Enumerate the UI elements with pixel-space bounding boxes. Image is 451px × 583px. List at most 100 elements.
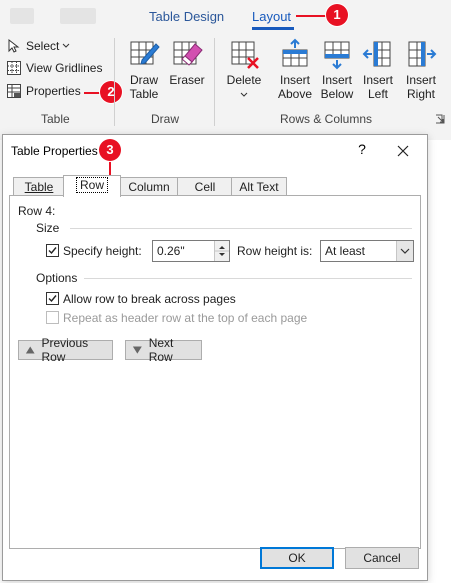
draw-table-label-line2: Table xyxy=(129,87,159,101)
faded-tab-file[interactable] xyxy=(10,8,34,24)
ribbon-tab-bar: Table Design Layout 1 xyxy=(0,0,451,32)
callout-badge-1: 1 xyxy=(326,4,348,26)
chevron-down-icon xyxy=(240,92,248,97)
group-separator xyxy=(214,38,215,126)
tab-cell[interactable]: Cell xyxy=(177,177,233,196)
tab-table-label: Table xyxy=(24,180,54,194)
next-row-label: Next Row xyxy=(148,336,174,364)
specify-height-label: Specify height: xyxy=(63,244,142,258)
tab-column[interactable]: Column xyxy=(119,177,179,196)
insert-above-label-line2: Above xyxy=(277,87,313,101)
allow-break-checkbox[interactable] xyxy=(46,292,59,305)
group-separator xyxy=(114,38,115,126)
callout-line-3 xyxy=(109,159,111,175)
close-icon[interactable] xyxy=(393,141,413,161)
row-height-is-value: At least xyxy=(325,244,366,258)
row-heading: Row 4: xyxy=(18,204,56,218)
insert-left-button[interactable]: Insert Left xyxy=(360,38,396,101)
divider xyxy=(70,228,412,229)
row-height-is-select[interactable]: At least xyxy=(320,240,414,262)
checkmark-icon xyxy=(48,295,57,303)
insert-above-icon xyxy=(282,38,308,67)
allow-break-label: Allow row to break across pages xyxy=(63,292,236,306)
tab-cell-label: Cell xyxy=(194,180,216,194)
specify-height-checkbox[interactable] xyxy=(46,244,59,257)
insert-below-button[interactable]: Insert Below xyxy=(318,38,356,101)
insert-right-button[interactable]: Insert Right xyxy=(402,38,440,101)
select-arrow-icon xyxy=(8,38,20,53)
row-tab-pane: Row 4: Size Specify height: 0.26" Row he… xyxy=(9,195,421,549)
tab-alt-text-label: Alt Text xyxy=(239,180,279,194)
callout-line-1 xyxy=(296,15,326,17)
callout-badge-2: 2 xyxy=(100,81,122,103)
insert-right-label-line2: Right xyxy=(406,87,435,101)
insert-right-label-line1: Insert xyxy=(405,73,436,87)
group-label-table: Table xyxy=(41,112,70,126)
tab-alt-text[interactable]: Alt Text xyxy=(231,177,287,196)
options-heading: Options xyxy=(36,271,78,285)
ribbon: Table Design Layout 1 Select View Gridli… xyxy=(0,0,451,140)
insert-right-icon xyxy=(408,41,437,67)
select-label: Select xyxy=(26,39,60,53)
draw-table-button[interactable]: Draw Table xyxy=(126,38,162,101)
eraser-icon xyxy=(173,41,203,66)
tab-layout[interactable]: Layout xyxy=(252,9,291,24)
table-properties-dialog: Table Properties ? 3 Table Row Column Ce… xyxy=(2,134,428,581)
properties-button[interactable]: Properties xyxy=(6,81,81,101)
size-heading: Size xyxy=(36,221,60,235)
triangle-down-icon xyxy=(132,346,142,354)
repeat-header-label: Repeat as header row at the top of each … xyxy=(63,311,308,325)
group-label-draw: Draw xyxy=(151,112,180,126)
help-button[interactable]: ? xyxy=(354,141,370,159)
select-button[interactable]: Select xyxy=(6,36,70,56)
active-tab-indicator xyxy=(252,27,294,30)
insert-left-icon xyxy=(362,41,391,67)
delete-label: Delete xyxy=(226,73,262,87)
tab-table[interactable]: Table xyxy=(13,177,65,196)
insert-below-label-line1: Insert xyxy=(321,73,352,87)
properties-label: Properties xyxy=(26,84,81,98)
checkmark-icon xyxy=(48,247,57,255)
next-row-button[interactable]: Next Row xyxy=(125,336,202,364)
view-gridlines-label: View Gridlines xyxy=(26,61,103,75)
insert-above-button[interactable]: Insert Above xyxy=(276,38,314,101)
tab-table-design[interactable]: Table Design xyxy=(149,9,224,24)
group-label-rows-columns: Rows & Columns xyxy=(280,112,373,126)
draw-table-icon xyxy=(130,41,160,65)
callout-line-2 xyxy=(84,92,100,94)
row-height-is-label: Row height is: xyxy=(237,244,313,258)
dropdown-button[interactable] xyxy=(396,241,413,261)
triangle-up-icon xyxy=(25,346,35,354)
ok-button[interactable]: OK xyxy=(260,547,334,569)
gridlines-icon xyxy=(7,61,21,75)
callout-badge-3: 3 xyxy=(99,139,121,161)
insert-below-label-line2: Below xyxy=(320,87,354,101)
tab-column-label: Column xyxy=(128,180,170,194)
delete-table-icon xyxy=(231,41,259,69)
height-value: 0.26" xyxy=(157,244,185,258)
eraser-button[interactable]: Eraser xyxy=(167,38,207,87)
view-gridlines-button[interactable]: View Gridlines xyxy=(6,58,102,78)
delete-button[interactable]: Delete xyxy=(224,38,264,101)
chevron-down-icon xyxy=(400,248,410,254)
tab-row-label: Row xyxy=(75,177,108,193)
insert-above-label-line1: Insert xyxy=(279,73,310,87)
chevron-down-icon xyxy=(63,43,70,48)
dialog-title: Table Properties xyxy=(11,144,98,158)
cancel-button[interactable]: Cancel xyxy=(345,547,419,569)
faded-tab-home[interactable] xyxy=(60,8,96,24)
tab-row[interactable]: Row xyxy=(63,175,121,197)
previous-row-button[interactable]: Previous Row xyxy=(18,336,113,364)
spin-up-down-icon xyxy=(215,246,229,256)
insert-left-label-line2: Left xyxy=(367,87,388,101)
spin-arrows[interactable] xyxy=(214,241,229,261)
insert-below-icon xyxy=(324,41,350,70)
dialog-tabs: Table Row Column Cell Alt Text xyxy=(9,175,419,197)
insert-left-label-line1: Insert xyxy=(362,73,393,87)
previous-row-label: Previous Row xyxy=(41,336,89,364)
repeat-header-checkbox[interactable] xyxy=(46,311,59,324)
dialog-launcher-icon[interactable] xyxy=(435,114,445,124)
eraser-label: Eraser xyxy=(169,73,205,87)
draw-table-label-line1: Draw xyxy=(129,73,158,87)
height-spinbox[interactable]: 0.26" xyxy=(152,240,230,262)
